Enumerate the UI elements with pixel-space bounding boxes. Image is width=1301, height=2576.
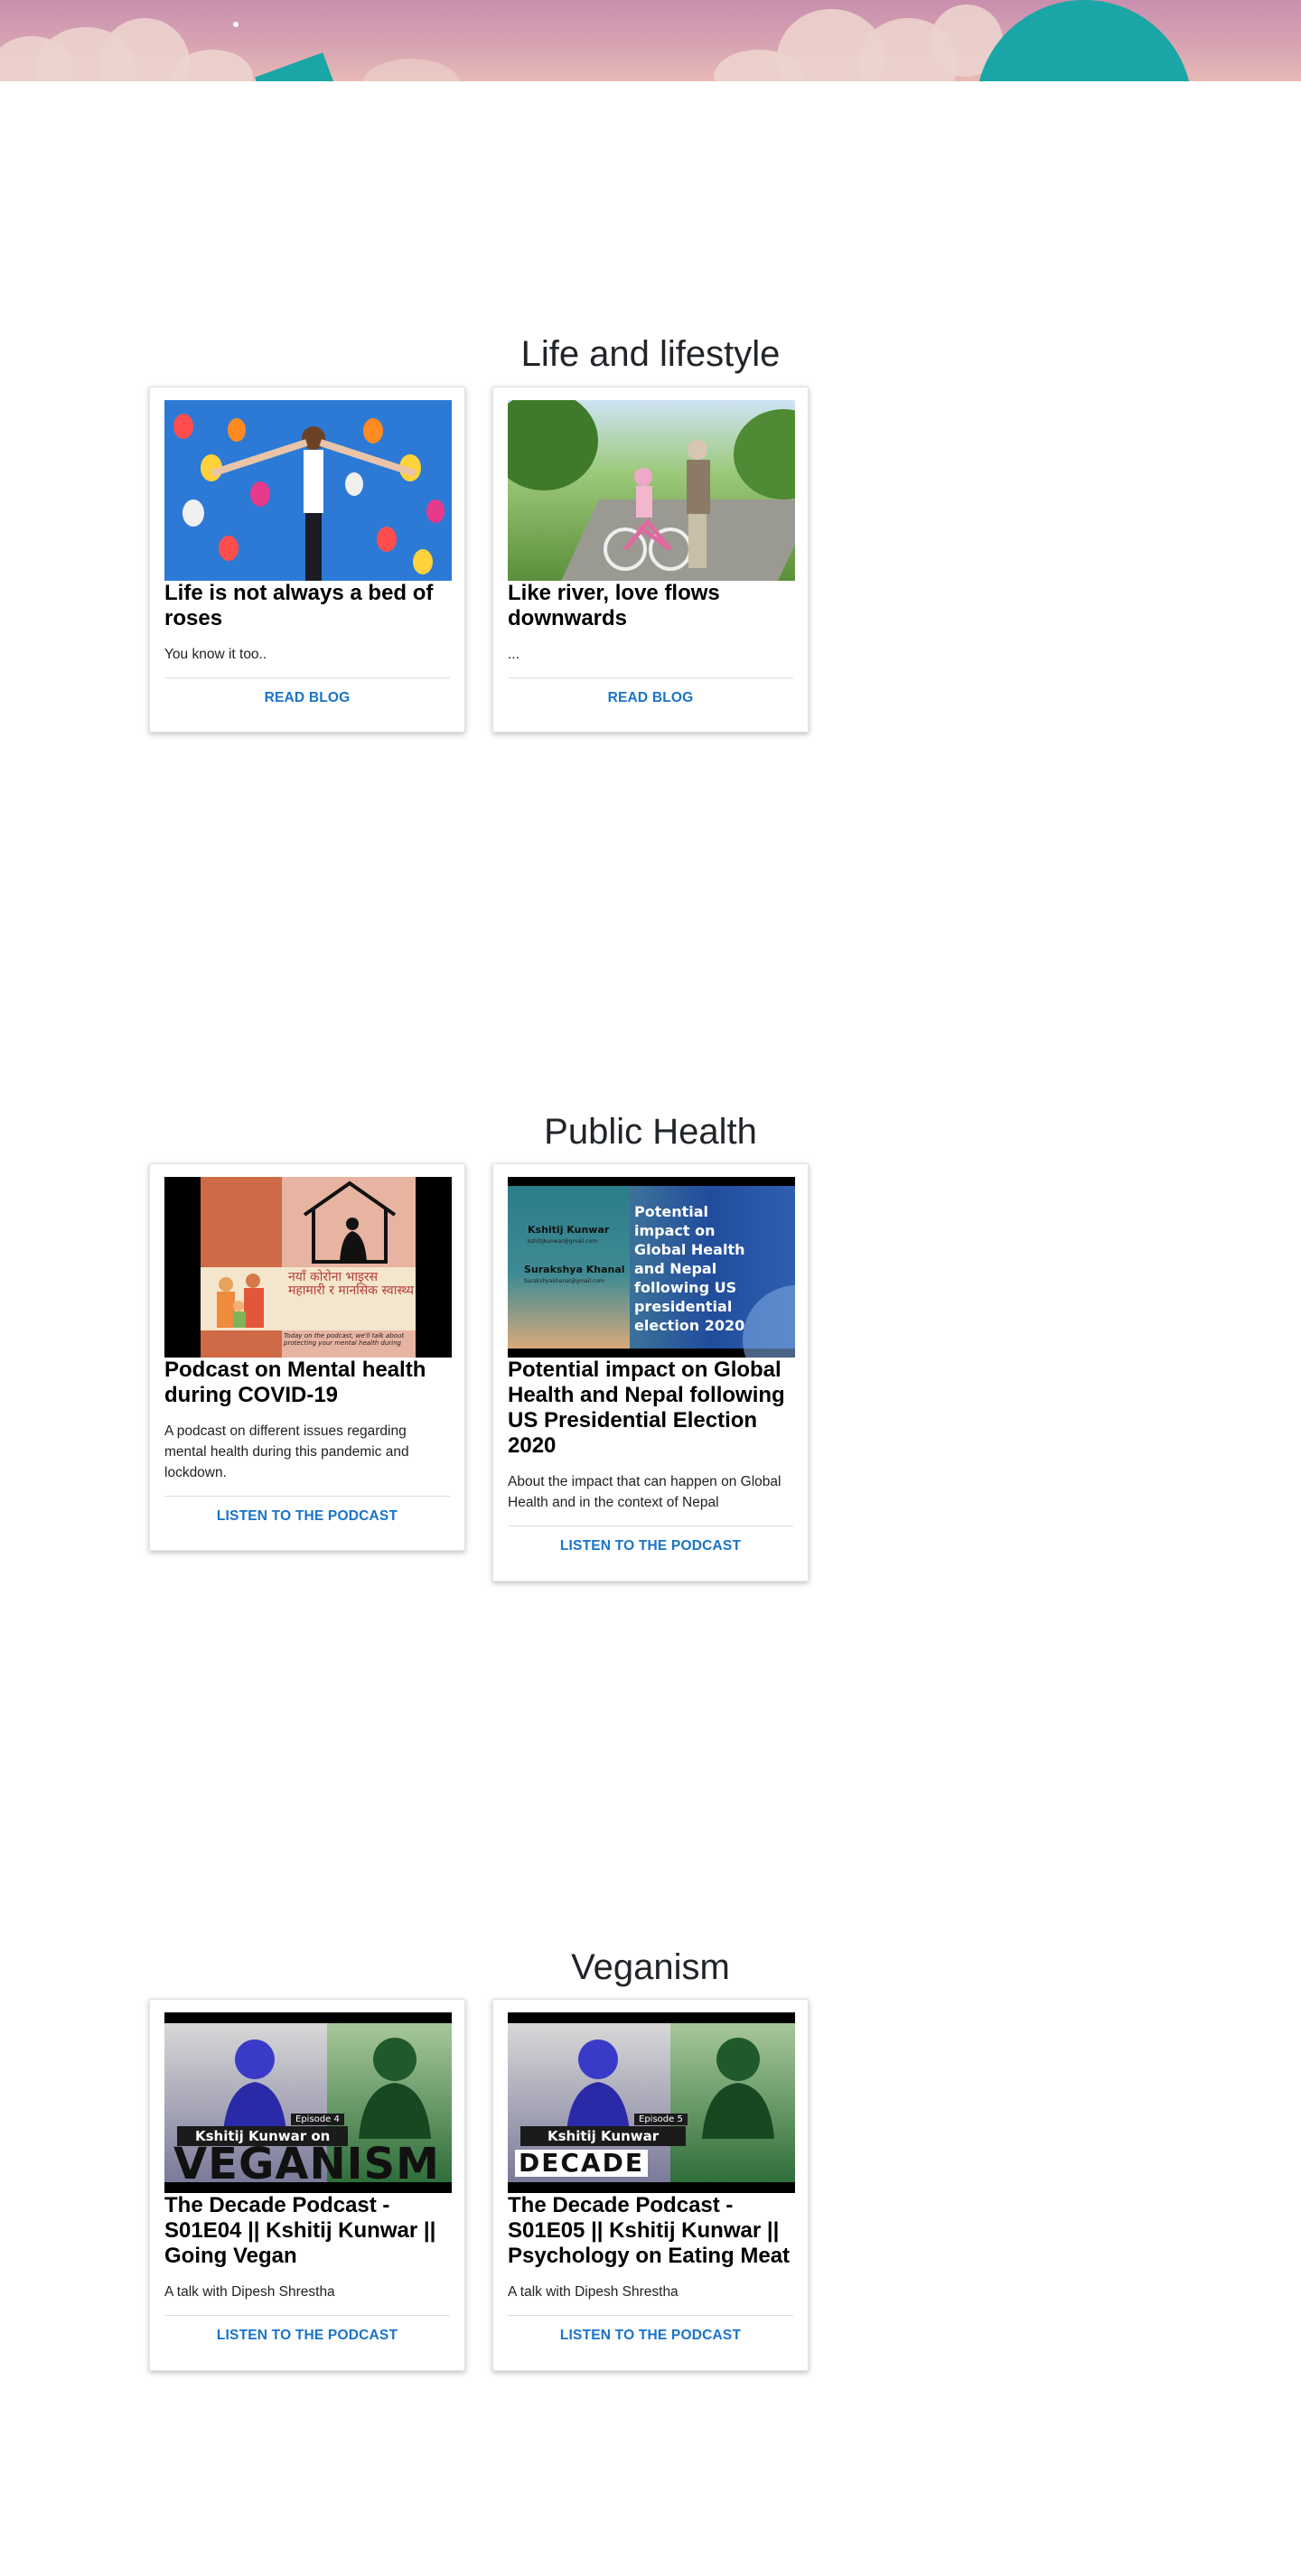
- podcast-card: Episode 4 Kshitij Kunwar on VEGANISM The…: [149, 1999, 465, 2371]
- card-description: A podcast on different issues regarding …: [164, 1423, 409, 1480]
- card-title[interactable]: Like river, love flows downwards: [508, 581, 793, 631]
- thumbnail-name-1: Kshitij Kunwar: [528, 1224, 610, 1236]
- listen-to-podcast-button[interactable]: LISTEN TO THE PODCAST: [164, 1497, 450, 1557]
- house-silhouette-icon: [303, 1181, 397, 1264]
- blog-card: Like river, love flows downwards ... REA…: [492, 387, 809, 733]
- mental-health-podcast-thumbnail[interactable]: नयाँ कोरोना भाइरस महामारी र मानसिक स्वास…: [164, 1177, 452, 1358]
- blog-card: Life is not always a bed of roses You kn…: [149, 387, 465, 733]
- episode-label: Episode 4: [291, 2114, 344, 2125]
- thumbnail-name-2: Surakshya Khanal: [524, 1264, 625, 1275]
- card-title[interactable]: Potential impact on Global Health and Ne…: [508, 1358, 793, 1459]
- bicycle-icon: [604, 440, 710, 571]
- card-title[interactable]: The Decade Podcast - S01E05 || Kshitij K…: [508, 2193, 793, 2269]
- thumbnail-headline: Potential impact on Global Health and Ne…: [634, 1203, 745, 1334]
- grandpa-bicycle-photo-thumbnail[interactable]: [508, 400, 795, 581]
- listen-to-podcast-button[interactable]: LISTEN TO THE PODCAST: [508, 2316, 793, 2376]
- section-title-life-and-lifestyle: Life and lifestyle: [520, 334, 781, 374]
- thumbnail-banner-text: Kshitij Kunwar: [520, 2126, 687, 2146]
- podcast-card: Episode 5 Kshitij Kunwar DECADE The Deca…: [492, 1999, 809, 2371]
- decade-podcast-episode-4-thumbnail[interactable]: Episode 4 Kshitij Kunwar on VEGANISM: [164, 2012, 452, 2193]
- card-title[interactable]: The Decade Podcast - S01E04 || Kshitij K…: [164, 2193, 450, 2269]
- thumbnail-email-1: kshitijkunwar@gmail.com: [528, 1238, 598, 1245]
- card-description: A talk with Dipesh Shrestha: [508, 2284, 679, 2300]
- podcast-card: नयाँ कोरोना भाइरस महामारी र मानसिक स्वास…: [149, 1163, 465, 1551]
- section-title-veganism: Veganism: [571, 1947, 730, 1987]
- card-title[interactable]: Podcast on Mental health during COVID-19: [164, 1358, 450, 1408]
- header-banner-illustration: [0, 0, 1301, 81]
- card-description: A talk with Dipesh Shrestha: [164, 2284, 335, 2300]
- decade-podcast-episode-5-thumbnail[interactable]: Episode 5 Kshitij Kunwar DECADE: [508, 2012, 795, 2193]
- card-description: You know it too..: [164, 647, 267, 662]
- guest-portrait-icon: [359, 2038, 431, 2139]
- family-illustration-icon: [217, 1274, 264, 1328]
- host-portrait-icon: [566, 2039, 630, 2132]
- read-blog-button[interactable]: READ BLOG: [164, 678, 450, 739]
- balloons-photo-thumbnail[interactable]: [164, 400, 452, 581]
- card-description: About the impact that can happen on Glob…: [508, 1474, 782, 1510]
- listen-to-podcast-button[interactable]: LISTEN TO THE PODCAST: [508, 1526, 793, 1587]
- thumbnail-big-text: VEGANISM: [173, 2139, 440, 2189]
- thumbnail-small-text: Today on the podcast, we'll talk about p…: [284, 1332, 405, 1347]
- podcast-card: Kshitij Kunwar kshitijkunwar@gmail.com S…: [492, 1163, 809, 1582]
- host-portrait-icon: [223, 2039, 286, 2132]
- card-title[interactable]: Life is not always a bed of roses: [164, 581, 450, 631]
- listen-to-podcast-button[interactable]: LISTEN TO THE PODCAST: [164, 2316, 450, 2376]
- card-description: ...: [508, 647, 519, 662]
- thumbnail-nepali-text: नयाँ कोरोना भाइरस महामारी र मानसिक स्वास…: [288, 1270, 415, 1298]
- guest-portrait-icon: [702, 2038, 774, 2139]
- thumbnail-big-text: DECADE: [515, 2150, 648, 2177]
- section-title-public-health: Public Health: [544, 1112, 757, 1152]
- thumbnail-email-2: Surakshyakhanal@gmail.com: [524, 1278, 604, 1284]
- episode-label: Episode 5: [634, 2114, 688, 2125]
- read-blog-button[interactable]: READ BLOG: [508, 678, 793, 739]
- us-election-podcast-thumbnail[interactable]: Kshitij Kunwar kshitijkunwar@gmail.com S…: [508, 1177, 795, 1358]
